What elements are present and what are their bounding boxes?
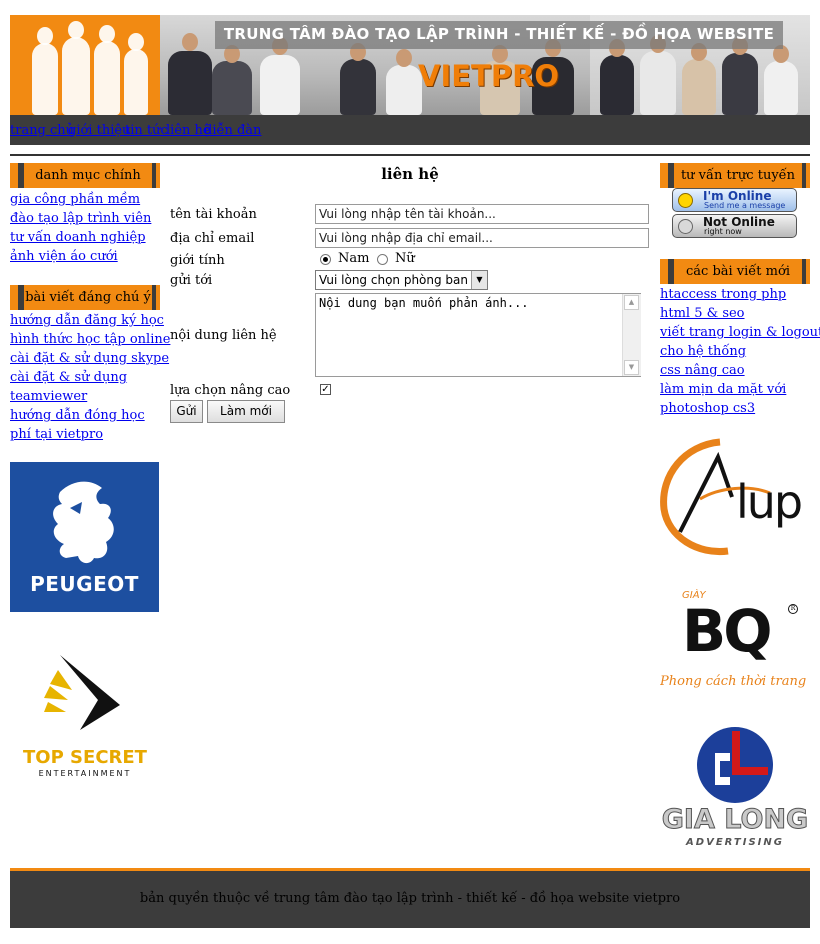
recent-post-link[interactable]: html 5 & seo [660, 304, 820, 323]
scroll-up-icon[interactable]: ▲ [624, 295, 639, 310]
gia-long-wordmark: GIA LONG [661, 804, 809, 835]
main-menu-link[interactable]: gia công phần mềm [10, 190, 151, 209]
content-label: nội dung liên hệ [170, 328, 277, 343]
nav-news-link[interactable]: tin tức [125, 123, 168, 138]
gender-female-label: Nữ [395, 251, 415, 266]
gia-long-logo[interactable]: GIA LONG ADVERTISING [660, 725, 810, 855]
online-status-button[interactable]: I'm Online Send me a message [672, 188, 797, 212]
main-menu-link[interactable]: đào tạo lập trình viên [10, 209, 151, 228]
copyright-text: bản quyền thuộc về trung tâm đào tạo lập… [139, 891, 681, 906]
featured-link[interactable]: cài đặt & sử dụng teamviewer [10, 368, 140, 406]
featured-link[interactable]: hình thức học tập online [10, 330, 170, 349]
content-placeholder: Nội dung bạn muốn phản ánh... [319, 296, 529, 310]
main-menu-title: danh mục chính [24, 163, 152, 188]
support-title: tư vấn trực tuyến [674, 163, 802, 188]
recent-post-link[interactable]: làm mịn da mặt với [660, 380, 820, 399]
reset-button[interactable]: Làm mới [207, 400, 285, 423]
bq-slogan: Phong cách thời trang da [660, 674, 810, 689]
content-textarea[interactable]: Nội dung bạn muốn phản ánh... [315, 293, 641, 377]
offline-status-subtitle: right now [704, 227, 742, 236]
gender-label: giới tính [170, 253, 225, 268]
nav-forum-link[interactable]: diễn đàn [204, 123, 261, 138]
top-secret-wordmark: TOP SECRET [23, 747, 147, 768]
main-menu-link[interactable]: ảnh viện áo cưới [10, 247, 151, 266]
offline-status-button[interactable]: Not Online right now [672, 214, 797, 238]
recent-posts-header: các bài viết mới [660, 259, 810, 284]
email-label: địa chỉ email [170, 231, 255, 246]
submit-button[interactable]: Gửi [170, 400, 203, 423]
header-banner: TRUNG TÂM ĐÀO TẠO LẬP TRÌNH - THIẾT KẾ -… [10, 15, 810, 115]
featured-link[interactable]: hướng dẫn đóng học phí tại vietpro [10, 406, 160, 444]
alup-wordmark: lup [736, 475, 803, 529]
gia-long-mark-icon [697, 727, 773, 803]
peugeot-wordmark: PEUGEOT [30, 572, 139, 596]
nav-about-link[interactable]: giới thiệu [68, 123, 130, 138]
contact-form-title: liên hệ [381, 165, 439, 183]
bq-logo[interactable]: GIÀY BQ R Phong cách thời trang da [660, 590, 810, 700]
featured-header: bài viết đáng chú ý [10, 285, 160, 310]
main-menu-list: gia công phần mềm đào tạo lập trình viên… [10, 190, 151, 266]
top-secret-subtitle: ENTERTAINMENT [38, 769, 132, 778]
gender-male-label: Nam [338, 251, 370, 266]
recent-post-link[interactable]: cho hệ thống [660, 342, 820, 361]
banner-title: TRUNG TÂM ĐÀO TẠO LẬP TRÌNH - THIẾT KẾ -… [223, 25, 775, 43]
gia-long-subtitle: ADVERTISING [686, 837, 784, 848]
wing-mark-icon [44, 655, 120, 730]
support-header: tư vấn trực tuyến [660, 163, 810, 188]
chevron-down-icon[interactable]: ▼ [471, 271, 487, 289]
nav-home-link[interactable]: trang chủ [10, 123, 74, 138]
advanced-checkbox[interactable]: ✓ [320, 384, 331, 395]
gender-female-radio[interactable] [377, 254, 388, 265]
recent-post-link[interactable]: photoshop cs3 [660, 399, 820, 418]
registered-icon: R [788, 604, 798, 614]
recent-post-link[interactable]: viết trang login & logout [660, 323, 820, 342]
smiley-icon [678, 219, 693, 234]
banner-team-graphic [10, 15, 160, 115]
featured-list: hướng dẫn đăng ký học hình thức học tập … [10, 311, 170, 444]
scroll-down-icon[interactable]: ▼ [624, 360, 639, 375]
advanced-label: lựa chọn nâng cao [170, 383, 291, 398]
online-status-subtitle: Send me a message [704, 201, 786, 210]
textarea-scrollbar[interactable]: ▲ ▼ [622, 294, 641, 376]
checkmark-icon: ✓ [321, 384, 330, 395]
recent-post-link[interactable]: htaccess trong php [660, 285, 820, 304]
department-select[interactable]: Vui lòng chọn phòng ban ▼ [315, 270, 488, 290]
main-menu-header: danh mục chính [10, 163, 160, 188]
footer: bản quyền thuộc về trung tâm đào tạo lập… [10, 868, 810, 928]
account-label: tên tài khoản [170, 207, 257, 222]
top-secret-logo[interactable]: TOP SECRET ENTERTAINMENT [20, 650, 150, 780]
featured-link[interactable]: cài đặt & sử dụng skype [10, 349, 170, 368]
recent-posts-title: các bài viết mới [674, 259, 802, 284]
main-nav: trang chủ giới thiệu tin tức liên hệ diễ… [10, 115, 810, 145]
divider [10, 154, 810, 156]
smiley-icon [678, 193, 693, 208]
recent-posts-list: htaccess trong php html 5 & seo viết tra… [660, 285, 820, 418]
account-input[interactable] [315, 204, 649, 224]
bq-wordmark: BQ [682, 597, 772, 665]
email-input[interactable] [315, 228, 649, 248]
brand-logo-text: VIETPRO [418, 59, 560, 93]
department-select-value: Vui lòng chọn phòng ban [319, 273, 469, 287]
gender-male-radio[interactable] [320, 254, 331, 265]
featured-link[interactable]: hướng dẫn đăng ký học [10, 311, 170, 330]
send-to-label: gửi tới [170, 273, 213, 288]
main-menu-link[interactable]: tư vấn doanh nghiệp [10, 228, 151, 247]
featured-title: bài viết đáng chú ý [24, 285, 152, 310]
peugeot-logo[interactable]: PEUGEOT [10, 462, 159, 612]
alup-logo[interactable]: lup [660, 437, 810, 557]
recent-post-link[interactable]: css nâng cao [660, 361, 820, 380]
